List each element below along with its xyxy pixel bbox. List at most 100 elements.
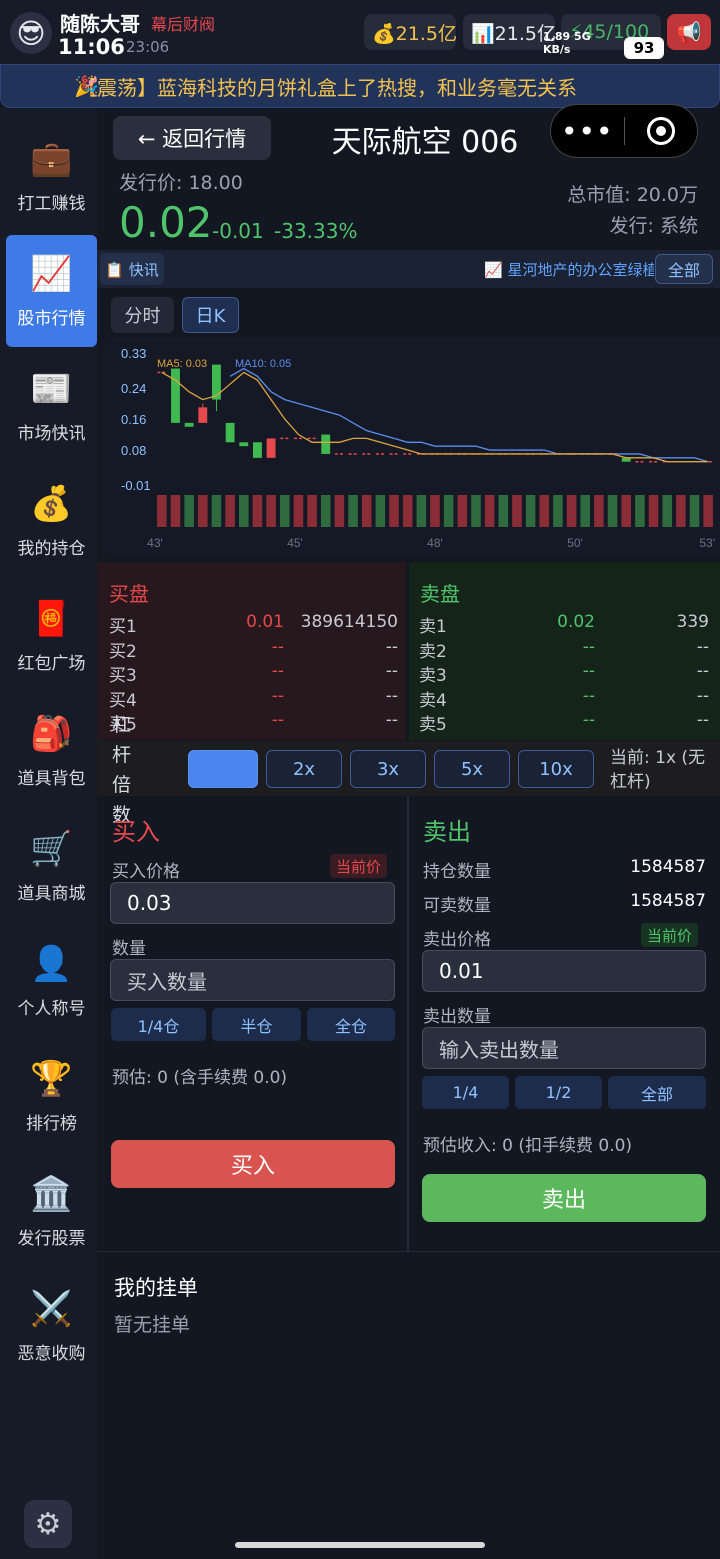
user-name: 随陈大哥 <box>60 12 140 36</box>
bid-level-label: 买2 <box>109 641 137 662</box>
sell-qty-input[interactable]: 输入卖出数量 <box>422 1027 706 1069</box>
volume-bar <box>621 495 631 527</box>
volume-bar <box>443 495 454 527</box>
sidebar-item-shop[interactable]: 🛒 道具商城 <box>6 810 97 922</box>
sidebar-item-hostile-takeover[interactable]: ⚔️ 恶意收购 <box>6 1270 97 1382</box>
home-indicator[interactable] <box>235 1542 485 1548</box>
x-tick-label: 48' <box>427 536 443 550</box>
sell-use-current-price-tag[interactable]: 当前价 <box>641 923 699 947</box>
y-tick-label: -0.01 <box>121 478 151 493</box>
sidebar-item-issue-stock[interactable]: 🏛️ 发行股票 <box>6 1155 97 1267</box>
party-popper-icon: 🎉 <box>74 74 99 98</box>
candle-body <box>171 368 180 423</box>
buy-panel-title: 买入 <box>112 818 160 846</box>
battery-icon: 93 <box>624 37 664 59</box>
tab-minute-chart[interactable]: 分时 <box>111 297 174 333</box>
volume-bar <box>662 495 672 527</box>
sell-quarter-button[interactable]: 1/4 <box>422 1076 509 1109</box>
news-tag[interactable]: 📋 快讯 <box>100 253 164 285</box>
cart-icon: 🛒 <box>30 828 73 869</box>
ma10-line <box>229 367 709 463</box>
stock-asset-value[interactable]: 📊21.5亿 <box>463 14 556 50</box>
buy-half-position-button[interactable]: 半仓 <box>212 1008 301 1041</box>
sidebar-item-leaderboard[interactable]: 🏆 排行榜 <box>6 1040 97 1152</box>
settings-gear-icon[interactable]: ⚙ <box>24 1500 72 1548</box>
volume-bar <box>307 495 317 527</box>
volume-bar <box>157 495 167 527</box>
buy-use-current-price-tag[interactable]: 当前价 <box>330 854 388 878</box>
buy-quarter-position-button[interactable]: 1/4仓 <box>111 1008 206 1041</box>
leverage-10x-button[interactable]: 10x <box>518 750 594 788</box>
sidebar-item-red-packet[interactable]: 🧧 红包广场 <box>6 580 97 692</box>
sidebar-item-title[interactable]: 👤 个人称号 <box>6 925 97 1037</box>
x-tick-label: 45' <box>287 536 303 550</box>
red-envelope-icon: 🧧 <box>30 598 73 639</box>
sidebar-item-backpack[interactable]: 🎒 道具背包 <box>6 695 97 807</box>
volume-bar <box>580 495 591 527</box>
sidebar-item-holdings[interactable]: 💰 我的持仓 <box>6 465 97 577</box>
avatar[interactable]: 😎 <box>10 12 52 54</box>
money-balance[interactable]: 💰21.5亿 <box>364 14 457 50</box>
sidebar-item-label: 排行榜 <box>26 1113 77 1134</box>
ask-level-label: 卖1 <box>419 617 447 637</box>
candle-body <box>253 442 262 458</box>
buy-button[interactable]: 买入 <box>111 1140 395 1188</box>
sell-half-button[interactable]: 1/2 <box>515 1076 602 1109</box>
current-leverage: 当前: 1x (无杠杆) <box>610 748 706 792</box>
volume-bar <box>375 495 386 527</box>
buy-price-input[interactable]: 0.03 <box>110 882 395 924</box>
sidebar-item-work[interactable]: 💼 打工赚钱 <box>6 120 97 232</box>
ask-level-label: 卖2 <box>419 641 447 662</box>
volume-bar <box>198 495 208 527</box>
volume-bar <box>703 495 713 527</box>
news-all-button[interactable]: 全部 <box>655 254 713 284</box>
volume-bar <box>211 495 222 527</box>
sell-price-input[interactable]: 0.01 <box>422 950 706 992</box>
close-miniprogram-icon[interactable] <box>625 117 698 145</box>
tab-daily-kline[interactable]: 日K <box>182 297 239 333</box>
no-orders-text: 暂无挂单 <box>114 1314 191 1336</box>
volume-bar <box>266 495 276 527</box>
x-tick-label: 50' <box>567 536 583 550</box>
newspaper-icon: 📰 <box>30 368 73 409</box>
my-orders-title: 我的挂单 <box>114 1276 198 1300</box>
ask-level-price: -- <box>582 685 595 706</box>
volume-bar <box>566 495 577 527</box>
news-ticker[interactable]: 【震荡】蓝海科技的月饼礼盒上了热搜，和业务毫无关系 <box>0 64 720 108</box>
kline-chart[interactable]: 0.330.240.160.08-0.01MA5: 0.03 MA10: 0.05… <box>105 337 720 555</box>
leverage-5x-button[interactable]: 5x <box>434 750 510 788</box>
issue-price: 发行价: 18.00 <box>119 172 243 194</box>
sidebar-item-market[interactable]: 📈 股市行情 <box>6 235 97 347</box>
bid-level-qty: 389614150 <box>300 612 398 632</box>
bid-level-price: -- <box>271 685 284 706</box>
leverage-2x-button[interactable]: 2x <box>266 750 342 788</box>
panel-divider <box>407 796 409 1251</box>
candle-body <box>321 434 331 454</box>
sidebar-item-news[interactable]: 📰 市场快讯 <box>6 350 97 462</box>
volume-bar <box>402 495 413 527</box>
briefcase-icon: 💼 <box>30 138 73 179</box>
holding-value: 1584587 <box>630 857 706 877</box>
back-to-market-button[interactable]: ← 返回行情 <box>113 116 271 160</box>
y-tick-label: 0.08 <box>121 443 146 458</box>
sell-estimate: 预估收入: 0 (扣手续费 0.0) <box>423 1136 633 1156</box>
volume-bar <box>553 495 563 527</box>
megaphone-icon[interactable]: 📢 <box>667 14 711 50</box>
volume-bar <box>279 495 290 527</box>
ask-book-title: 卖盘 <box>420 582 460 606</box>
backpack-icon: 🎒 <box>30 713 73 754</box>
leverage-1x-button[interactable] <box>188 750 258 788</box>
volume-bar <box>184 495 194 527</box>
sidebar-item-label: 市场快讯 <box>17 423 86 444</box>
news-headline[interactable]: 📈 星河地产的办公室绿植也 <box>484 259 654 280</box>
sell-button[interactable]: 卖出 <box>422 1174 706 1222</box>
ask-level-qty: -- <box>696 636 709 657</box>
sell-all-button[interactable]: 全部 <box>608 1076 706 1109</box>
swords-icon: ⚔️ <box>30 1288 73 1329</box>
candle-body <box>212 364 221 400</box>
y-tick-label: 0.33 <box>121 346 146 361</box>
leverage-3x-button[interactable]: 3x <box>350 750 426 788</box>
buy-full-position-button[interactable]: 全仓 <box>307 1008 395 1041</box>
more-menu-icon[interactable]: ••• <box>551 115 624 148</box>
buy-qty-input[interactable]: 买入数量 <box>110 959 395 1001</box>
